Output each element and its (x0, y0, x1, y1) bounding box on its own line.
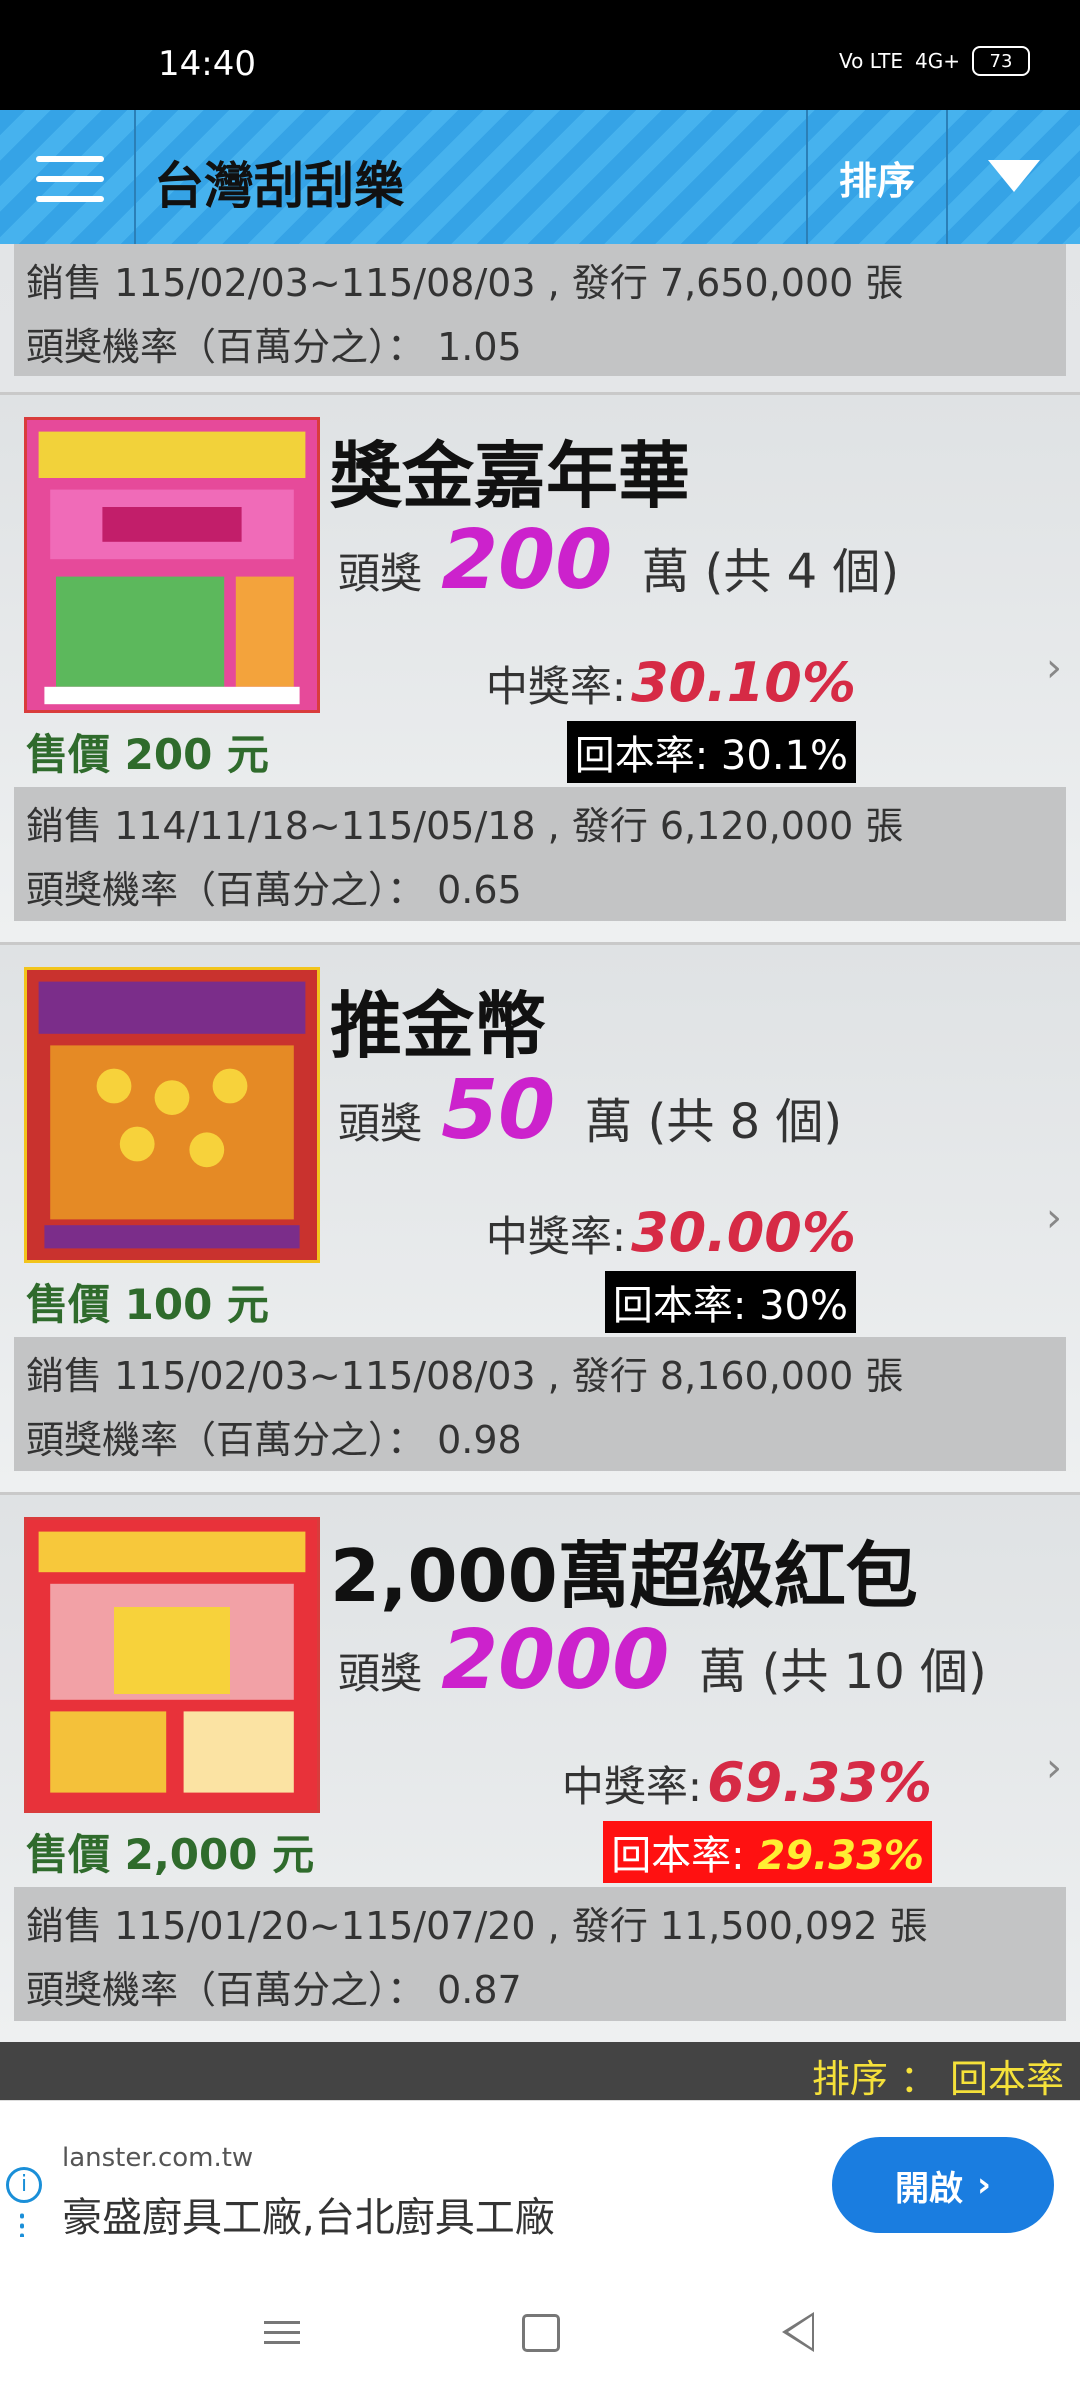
return-rate-label: 回本率: (611, 1833, 745, 1879)
return-rate-value: 29.33% (757, 1833, 924, 1879)
hamburger-icon (36, 176, 104, 182)
sort-button[interactable]: 排序 (806, 110, 948, 244)
ticket-price: 售價 2,000 元 (26, 1830, 315, 1879)
ticket-name: 獎金嘉年華 (330, 434, 691, 518)
prize-unit: 萬 (共 4 個) (641, 544, 900, 600)
chevron-right-icon: › (1046, 1745, 1062, 1791)
status-bar: 14:40 Vo LTE 4G+ 73 (0, 0, 1080, 110)
sales-info: 銷售 115/01/20~115/07/20 , 發行 11,500,092 張 (26, 1904, 928, 1948)
chevron-right-icon: › (1046, 1195, 1062, 1241)
hamburger-icon (36, 156, 104, 162)
odds-info: 頭獎機率（百萬分之）： 0.87 (26, 1968, 522, 2012)
more-options-icon[interactable] (20, 2211, 24, 2237)
dropdown-button[interactable] (946, 110, 1080, 244)
odds-info: 頭獎機率（百萬分之）： 0.65 (26, 868, 522, 912)
ticket-name: 推金幣 (330, 984, 547, 1068)
app-title: 台灣刮刮樂 (154, 157, 404, 215)
signal-icon: 4G+ (915, 49, 960, 73)
ad-title[interactable]: 豪盛廚具工廠,台北廚具工廠 (62, 2185, 555, 2243)
status-icons: Vo LTE 4G+ 73 (839, 46, 1030, 76)
prize-label: 頭獎 (338, 1099, 423, 1148)
card-info: 銷售 115/01/20~115/07/20 , 發行 11,500,092 張… (14, 1887, 1066, 2021)
return-rate: 回本率: 30.1% (566, 721, 856, 783)
battery-icon: 73 (972, 46, 1030, 76)
ticket-name: 2,000萬超級紅包 (330, 1534, 918, 1618)
top-prize: 頭獎 200 萬 (共 4 個) (338, 513, 899, 608)
prize-label: 頭獎 (338, 549, 423, 598)
ticket-image (27, 420, 317, 710)
return-rate: 回本率: 29.33% (603, 1821, 932, 1883)
win-rate-label: 中獎率: (485, 1212, 626, 1261)
ad-open-label: 開啟 (894, 2168, 963, 2209)
ticket-thumbnail (24, 1517, 320, 1813)
volte-icon: Vo LTE (839, 49, 904, 73)
ad-open-button[interactable]: 開啟 › (832, 2137, 1054, 2233)
lottery-card[interactable]: 推金幣 頭獎 50 萬 (共 8 個) 中獎率: 30.00% 回本率: 30%… (0, 942, 1080, 1493)
menu-button[interactable] (0, 110, 136, 244)
ad-banner[interactable]: i lanster.com.tw 豪盛廚具工廠,台北廚具工廠 開啟 › (0, 2100, 1080, 2268)
hamburger-icon (36, 196, 104, 202)
partial-card-info[interactable]: 銷售 115/02/03~115/08/03 , 發行 7,650,000 張 … (14, 244, 1066, 376)
return-rate-label: 回本率: (612, 1283, 747, 1329)
back-button[interactable] (782, 2312, 814, 2352)
home-button[interactable] (522, 2314, 560, 2352)
win-rate-value: 30.10% (631, 651, 856, 714)
lottery-list[interactable]: 銷售 115/02/03~115/08/03 , 發行 7,650,000 張 … (0, 244, 1080, 2042)
lottery-card[interactable]: 2,000萬超級紅包 頭獎 2000 萬 (共 10 個) 中獎率: 69.33… (0, 1492, 1080, 2042)
prize-label: 頭獎 (338, 1649, 423, 1698)
prize-amount: 200 (441, 513, 613, 608)
system-nav-bar (0, 2266, 1080, 2400)
card-info: 銷售 115/02/03~115/08/03 , 發行 8,160,000 張 … (14, 1337, 1066, 1471)
sales-info: 銷售 114/11/18~115/05/18 , 發行 6,120,000 張 (26, 804, 904, 848)
ticket-image (27, 1520, 317, 1810)
ticket-price: 售價 200 元 (26, 730, 269, 779)
ticket-image (27, 970, 317, 1260)
ticket-thumbnail (24, 967, 320, 1263)
sort-indicator-text: 排序 ： 回本率 (811, 2057, 1064, 2101)
top-prize: 頭獎 2000 萬 (共 10 個) (338, 1613, 987, 1708)
app-bar: 台灣刮刮樂 排序 (0, 110, 1080, 246)
chevron-right-icon: › (1046, 645, 1062, 691)
prize-unit: 萬 (共 8 個) (584, 1094, 843, 1150)
sales-info: 銷售 115/02/03~115/08/03 , 發行 7,650,000 張 (26, 261, 904, 305)
recent-apps-button[interactable] (264, 2314, 300, 2350)
win-rate: 中獎率: 30.10% (486, 651, 856, 714)
card-info: 銷售 114/11/18~115/05/18 , 發行 6,120,000 張 … (14, 787, 1066, 921)
ad-domain: lanster.com.tw (62, 2143, 254, 2173)
win-rate: 中獎率: 69.33% (562, 1751, 932, 1814)
odds-info: 頭獎機率（百萬分之）： 1.05 (26, 325, 522, 369)
top-prize: 頭獎 50 萬 (共 8 個) (338, 1063, 842, 1158)
win-rate-value: 30.00% (631, 1201, 856, 1264)
odds-info: 頭獎機率（百萬分之）： 0.98 (26, 1418, 522, 1462)
sales-info: 銷售 115/02/03~115/08/03 , 發行 8,160,000 張 (26, 1354, 904, 1398)
lottery-card[interactable]: 獎金嘉年華 頭獎 200 萬 (共 4 個) 中獎率: 30.10% 回本率: … (0, 392, 1080, 943)
sort-indicator: 排序 ： 回本率 (0, 2042, 1080, 2101)
ticket-thumbnail (24, 417, 320, 713)
ticket-price: 售價 100 元 (26, 1280, 269, 1329)
return-rate-label: 回本率: (574, 733, 709, 779)
info-icon[interactable]: i (6, 2167, 42, 2203)
return-rate: 回本率: 30% (604, 1271, 856, 1333)
caret-down-icon (988, 160, 1040, 192)
status-time: 14:40 (158, 44, 256, 84)
prize-unit: 萬 (共 10 個) (698, 1644, 987, 1700)
return-rate-value: 30% (759, 1283, 848, 1329)
prize-amount: 50 (441, 1063, 556, 1158)
return-rate-value: 30.1% (720, 733, 848, 779)
prize-amount: 2000 (441, 1613, 670, 1708)
win-rate-value: 69.33% (707, 1751, 932, 1814)
win-rate-label: 中獎率: (561, 1762, 702, 1811)
chevron-right-icon: › (976, 2165, 991, 2205)
win-rate-label: 中獎率: (485, 662, 626, 711)
win-rate: 中獎率: 30.00% (486, 1201, 856, 1264)
